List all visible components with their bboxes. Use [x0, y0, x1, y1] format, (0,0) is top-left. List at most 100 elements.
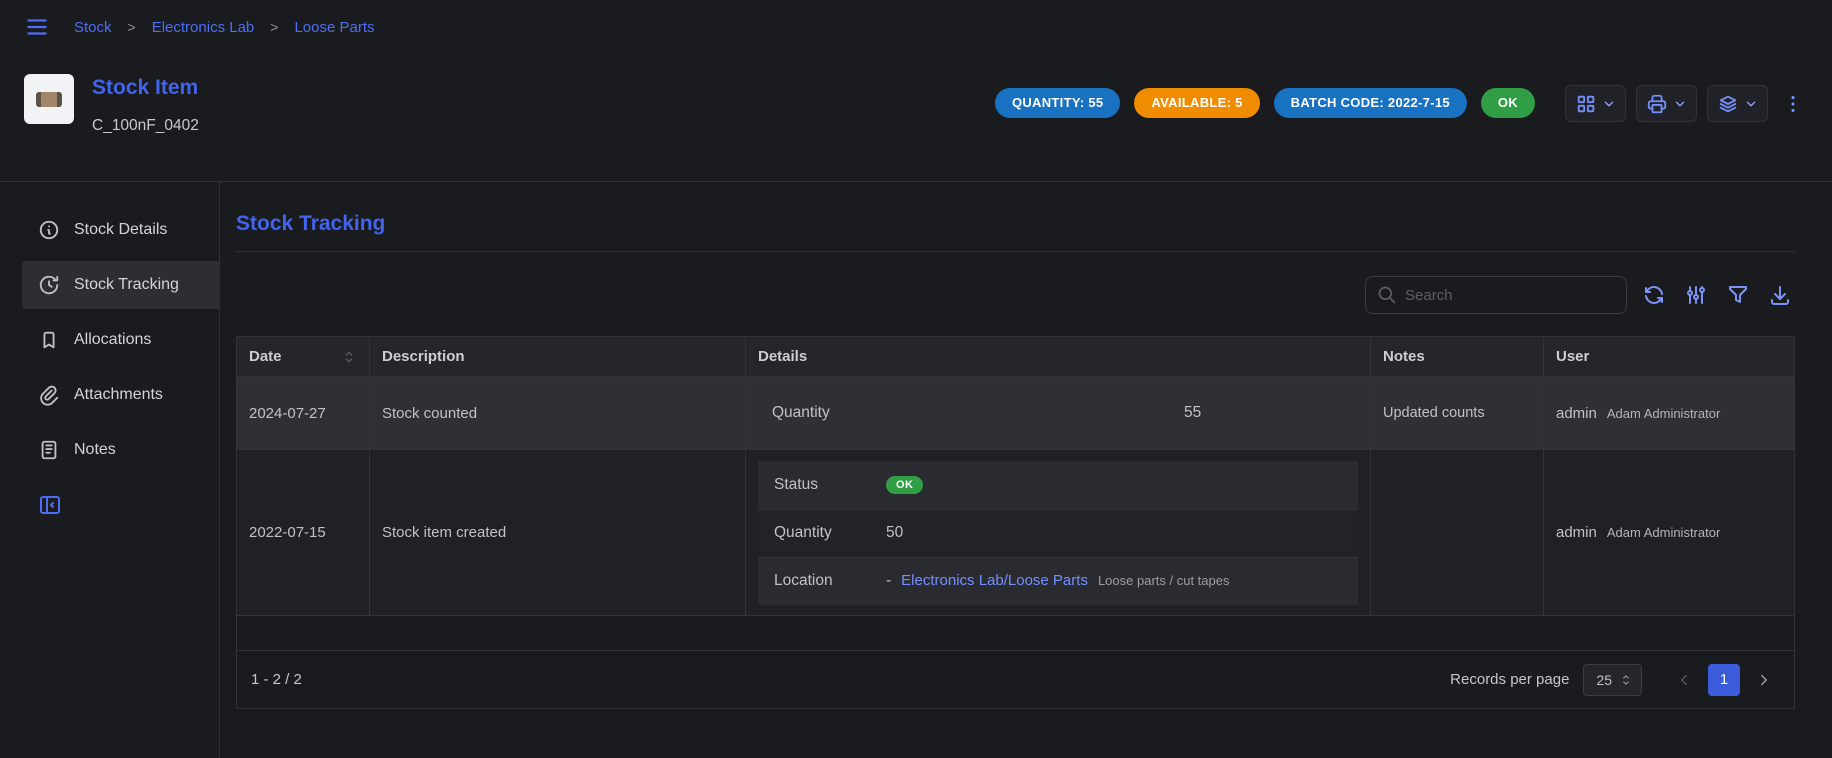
chevron-down-icon	[1744, 97, 1758, 111]
detail-row-status: Status OK	[758, 461, 1358, 509]
filter-button[interactable]	[1723, 280, 1753, 310]
user-full-name: Adam Administrator	[1607, 525, 1720, 540]
records-per-page-label: Records per page	[1450, 671, 1569, 688]
column-header-description: Description	[369, 337, 745, 376]
collapse-sidebar-icon	[38, 493, 62, 517]
sidebar-item-notes[interactable]: Notes	[22, 426, 219, 474]
sidebar-item-label: Notes	[74, 441, 116, 459]
search-input[interactable]	[1405, 287, 1615, 304]
column-header-details: Details	[745, 337, 1370, 376]
detail-value: 55	[1184, 404, 1201, 422]
chevron-down-icon	[1602, 97, 1616, 111]
table-header-row: Date Description Details Notes User	[237, 337, 1794, 377]
breadcrumb-loose-parts[interactable]: Loose Parts	[294, 19, 374, 36]
records-per-page-value: 25	[1596, 672, 1612, 688]
stock-item-thumbnail[interactable]	[24, 74, 74, 124]
detail-row: Quantity 55	[758, 404, 1358, 422]
description-cell: Stock counted	[369, 377, 745, 449]
detail-label: Quantity	[772, 404, 830, 421]
sidebar-item-allocations[interactable]: Allocations	[22, 316, 219, 364]
description-cell: Stock item created	[369, 450, 745, 615]
chevron-left-icon	[1675, 671, 1693, 689]
sidebar-item-label: Attachments	[74, 386, 163, 404]
table-options-icon	[1684, 283, 1708, 307]
detail-label: Location	[774, 572, 886, 590]
details-nested-table: Status OK Quantity 50 Location -	[758, 460, 1358, 605]
details-cell: Quantity 55	[745, 377, 1370, 449]
sidebar-item-attachments[interactable]: Attachments	[22, 371, 219, 419]
barcode-actions-icon	[1575, 93, 1597, 115]
stock-item-page: Stock > Electronics Lab > Loose Parts St…	[0, 0, 1832, 758]
notes-icon	[38, 439, 60, 461]
title-block: Stock Item C_100nF_0402	[92, 74, 199, 135]
column-header-label: Date	[249, 348, 282, 365]
records-per-page-select[interactable]: 25	[1583, 664, 1642, 696]
detail-value: 50	[886, 524, 903, 542]
table-options-button[interactable]	[1681, 280, 1711, 310]
location-link[interactable]: Electronics Lab/Loose Parts	[901, 572, 1088, 589]
hamburger-menu-icon	[24, 14, 50, 40]
download-icon	[1768, 283, 1792, 307]
user-info: admin Adam Administrator	[1556, 405, 1720, 422]
stock-item-header: Stock Item C_100nF_0402 QUANTITY: 55 AVA…	[0, 54, 1832, 182]
sidebar-item-stock-tracking[interactable]: Stock Tracking	[22, 261, 219, 309]
date-cell: 2024-07-27	[237, 377, 369, 449]
user-info: admin Adam Administrator	[1556, 524, 1720, 541]
sidebar-item-label: Allocations	[74, 331, 151, 349]
table-toolbar	[236, 276, 1795, 314]
refresh-button[interactable]	[1639, 280, 1669, 310]
stock-operations-button[interactable]	[1707, 85, 1768, 122]
print-actions-icon	[1646, 93, 1668, 115]
notes-cell: Updated counts	[1370, 377, 1543, 449]
quantity-badge: QUANTITY: 55	[995, 88, 1120, 118]
sort-icon[interactable]	[341, 349, 357, 365]
user-cell: admin Adam Administrator	[1543, 450, 1794, 615]
pagination-controls: Records per page 25 1	[1450, 664, 1780, 696]
page-1-button[interactable]: 1	[1708, 664, 1740, 696]
dots-vertical-icon	[1782, 93, 1804, 115]
part-name: C_100nF_0402	[92, 117, 199, 135]
detail-row-location: Location - Electronics Lab/Loose Parts L…	[758, 557, 1358, 605]
username: admin	[1556, 524, 1597, 541]
print-actions-button[interactable]	[1636, 85, 1697, 122]
user-cell: admin Adam Administrator	[1543, 377, 1794, 449]
selector-icon	[1619, 673, 1633, 687]
breadcrumb-separator: >	[128, 19, 136, 35]
detail-label: Status	[774, 476, 886, 494]
barcode-actions-button[interactable]	[1565, 85, 1626, 122]
chevron-right-icon	[1755, 671, 1773, 689]
page-body: Stock Details Stock Tracking Allocations…	[0, 182, 1832, 758]
breadcrumb-stock[interactable]: Stock	[74, 19, 112, 36]
record-range: 1 - 2 / 2	[251, 671, 302, 688]
stock-operations-icon	[1717, 93, 1739, 115]
sidebar-item-stock-details[interactable]: Stock Details	[22, 206, 219, 254]
sidebar-item-label: Stock Tracking	[74, 276, 179, 294]
location-value: - Electronics Lab/Loose Parts Loose part…	[886, 572, 1229, 590]
filter-icon	[1726, 283, 1750, 307]
collapse-sidebar-button[interactable]	[38, 493, 62, 517]
info-circle-icon	[38, 219, 60, 241]
page-title: Stock Item	[92, 74, 199, 100]
previous-page-button[interactable]	[1668, 664, 1700, 696]
next-page-button[interactable]	[1748, 664, 1780, 696]
column-header-user: User	[1543, 337, 1794, 376]
batch-code-badge: BATCH CODE: 2022-7-15	[1274, 88, 1467, 118]
table-row: 2022-07-15 Stock item created Status OK …	[237, 450, 1794, 616]
username: admin	[1556, 405, 1597, 422]
hamburger-menu-button[interactable]	[24, 12, 54, 42]
location-note: Loose parts / cut tapes	[1098, 573, 1230, 588]
heading-divider	[236, 251, 1795, 252]
capacitor-image	[36, 92, 62, 107]
details-cell: Status OK Quantity 50 Location -	[745, 450, 1370, 615]
available-badge: AVAILABLE: 5	[1134, 88, 1259, 118]
column-header-date[interactable]: Date	[237, 337, 369, 376]
sidebar: Stock Details Stock Tracking Allocations…	[0, 182, 220, 758]
refresh-icon	[1642, 283, 1666, 307]
overflow-menu-button[interactable]	[1778, 85, 1808, 122]
location-dash: -	[886, 572, 891, 590]
breadcrumb-electronics-lab[interactable]: Electronics Lab	[152, 19, 255, 36]
download-button[interactable]	[1765, 280, 1795, 310]
sidebar-item-label: Stock Details	[74, 221, 167, 239]
status-badges: QUANTITY: 55 AVAILABLE: 5 BATCH CODE: 20…	[995, 88, 1535, 118]
search-box	[1365, 276, 1627, 314]
